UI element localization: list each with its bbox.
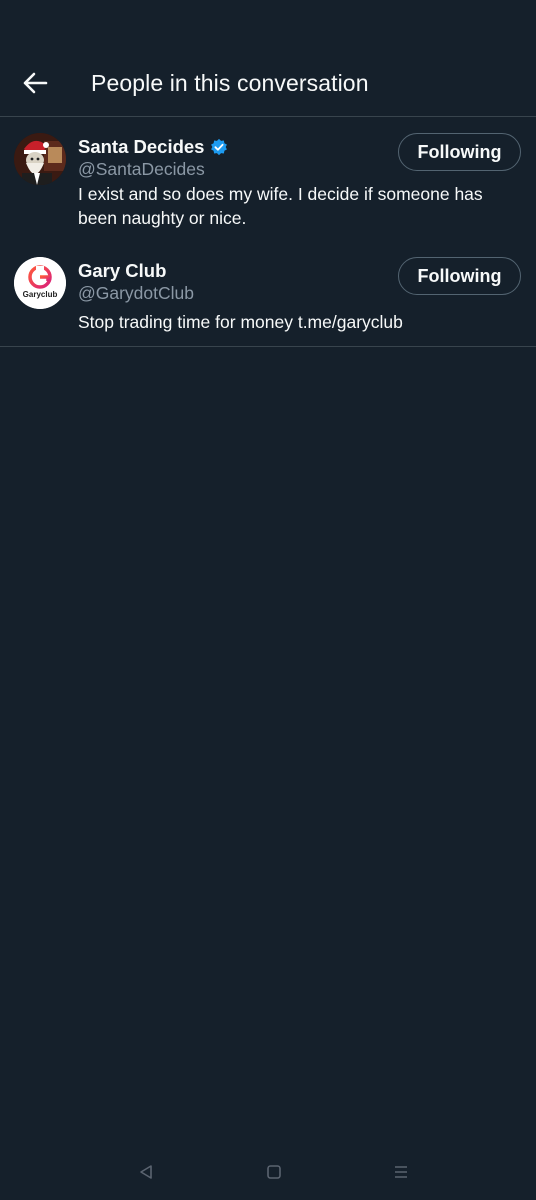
system-home-button[interactable]: [262, 1160, 286, 1184]
menu-lines-icon: [395, 1166, 407, 1178]
arrow-left-icon: [23, 72, 48, 94]
triangle-back-icon: [140, 1165, 152, 1179]
following-button[interactable]: Following: [398, 257, 521, 295]
display-name: Gary Club: [78, 260, 167, 281]
list-divider: [0, 346, 536, 347]
user-bio: Stop trading time for money t.me/garyclu…: [78, 312, 403, 332]
system-recents-button[interactable]: [389, 1160, 413, 1184]
top-bar: People in this conversation: [0, 0, 536, 117]
system-navigation-bar: [0, 1148, 536, 1196]
gary-club-logo: Garyclub: [14, 257, 66, 309]
avatar[interactable]: Garyclub: [14, 257, 66, 309]
user-handle: @SantaDecides: [78, 159, 205, 179]
following-button[interactable]: Following: [398, 133, 521, 171]
back-button[interactable]: [14, 62, 56, 104]
avatar-text: Garyclub: [23, 290, 58, 299]
page-title: People in this conversation: [91, 70, 369, 96]
system-back-button[interactable]: [134, 1160, 158, 1184]
name-line: Gary Club: [78, 260, 166, 282]
avatar[interactable]: [14, 133, 66, 185]
santa-avatar: [14, 133, 66, 185]
square-home-icon: [267, 1165, 281, 1179]
verified-badge-icon: [211, 138, 228, 156]
user-handle: @GarydotClub: [78, 283, 195, 303]
name-line: Santa Decides: [78, 136, 228, 158]
user-bio: I exist and so does my wife. I decide if…: [78, 184, 483, 228]
display-name: Santa Decides: [78, 136, 205, 157]
